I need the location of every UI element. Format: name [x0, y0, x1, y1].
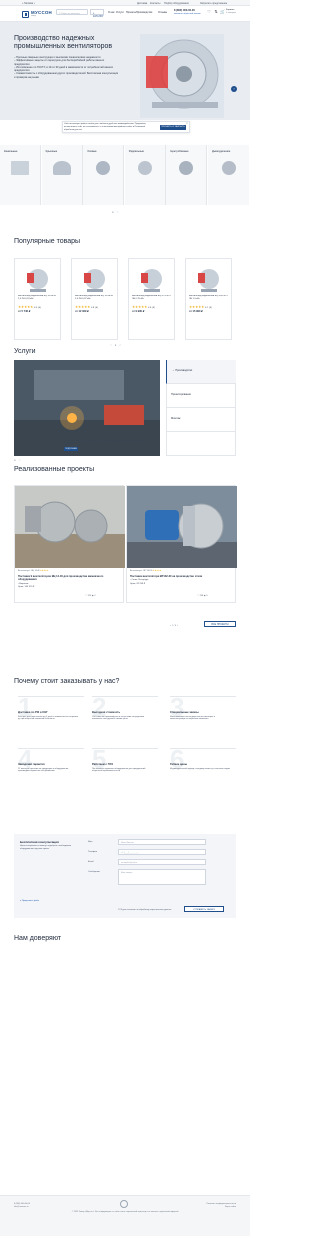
services-caption: Собственное производство, которое позвол…	[64, 440, 147, 445]
hero-next-arrow[interactable]: ›	[231, 86, 237, 92]
topbar-link-selection[interactable]: Подбор оборудования	[164, 2, 189, 5]
services-pager[interactable]: ● ○	[14, 458, 21, 462]
form-heading: Бесплатная консультация	[20, 840, 59, 844]
compare-icon[interactable]: ⇅	[213, 9, 219, 15]
nav-about[interactable]: О нас	[108, 11, 115, 14]
product-card[interactable]: Вентилятор радиальный ВЦ 4-75 № 4 ЛН 0,7…	[128, 258, 175, 340]
why-heading: Почему стоит заказывать у нас?	[14, 678, 120, 685]
project-image	[15, 486, 125, 568]
projects-pager[interactable]: ‹ 1 / 8 ›	[170, 623, 178, 627]
product-image	[23, 265, 53, 295]
header-phone[interactable]: 8 (800) 000-00-00	[174, 9, 195, 12]
nav-projects[interactable]: Проекты	[126, 11, 136, 14]
hero-bullets: – Прочные сварные конструкции с высокими…	[14, 56, 119, 79]
trust-heading: Нам доверяют	[14, 935, 62, 942]
service-item-install[interactable]: Монтаж	[166, 408, 236, 432]
name-field[interactable]: Иван Иванов	[118, 839, 206, 845]
service-item-production[interactable]: → Производство	[166, 360, 236, 384]
cookie-accept-button[interactable]: ПРИНЯТЬ И ЗАКРЫТЬ	[160, 124, 186, 130]
submit-button[interactable]: ОТПРАВИТЬ ЗАЯВКУ	[184, 906, 224, 912]
arrow-right-icon[interactable]: ›	[176, 623, 178, 627]
smoke-fan-icon	[221, 161, 236, 175]
attach-file-link[interactable]: ⌀ Прикрепить файл	[20, 900, 39, 903]
all-projects-button[interactable]: ВСЕ ПРОЕКТЫ	[204, 621, 236, 627]
product-card[interactable]: Вентилятор радиальный ВЦ 14-46 № 2,5 ЛН …	[14, 258, 61, 340]
project-image	[127, 486, 237, 568]
topbar-link-delivery[interactable]: Доставка	[137, 2, 147, 5]
categories-pager[interactable]: ● ○	[112, 210, 119, 214]
product-image	[137, 265, 167, 295]
rating-stars: ★★★★★	[39, 570, 49, 572]
category-card[interactable]: Осевые	[83, 145, 125, 205]
cookie-close-icon[interactable]: ×	[186, 121, 188, 125]
phone-field[interactable]: +7 (___) ___-__-__	[118, 849, 206, 855]
cart-summary[interactable]: Корзина 0 товаров	[226, 9, 236, 15]
advantage-item: 6 Гибкие цены Индивидуальный подход к ка…	[170, 746, 236, 796]
radial-fan-icon	[137, 161, 152, 175]
catalog-button[interactable]: ≡ КАТАЛОГ	[90, 9, 104, 18]
popular-heading: Популярные товары	[14, 238, 81, 245]
product-card[interactable]: Вентилятор радиальный ВЦ 14-46 № 2,5 ЛН …	[71, 258, 118, 340]
centrifugal-fan-icon	[179, 161, 194, 175]
city-selector[interactable]: ⌖ Москва ▾	[22, 2, 35, 5]
advantage-item: 3 Специальные заказы Изготавливаем неста…	[170, 694, 236, 744]
logo[interactable]: МУССОН завод	[22, 8, 54, 20]
category-card[interactable]: Канальные	[0, 145, 41, 205]
form-text: Наши специалисты помогут подобрать необх…	[20, 845, 72, 850]
message-field[interactable]: Ваш вопрос	[118, 869, 206, 885]
category-card[interactable]: Крышные	[41, 145, 83, 205]
product-card[interactable]: Вентилятор радиальный ВЦ 5-45 № 5 ЛН 1,5…	[185, 258, 232, 340]
advantage-item: 2 Выгодная стоимость Собственное произво…	[92, 694, 158, 744]
search-input[interactable]: ⚲ Поиск по каталогу	[56, 9, 88, 15]
nav-production[interactable]: Производство	[136, 11, 152, 14]
service-item-design[interactable]: Проектирование	[166, 384, 236, 408]
advantage-item: 4 Заводская гарантия 12 месяцев гарантии…	[18, 746, 84, 796]
roof-fan-icon	[52, 161, 71, 175]
duct-fan-icon	[11, 161, 29, 175]
cart-icon[interactable]: 🛒	[220, 9, 225, 15]
footer-links: Политика конфиденциальности Карта сайта	[206, 1203, 236, 1208]
services-heading: Услуги	[14, 348, 36, 355]
hero-title: Производство надежных промышленных венти…	[14, 35, 113, 50]
cookie-text: Сайт использует файлы cookie для наиболе…	[64, 123, 146, 131]
project-card[interactable]: Вентиляторы · ВР 132-30 ★★★★★ Поставка в…	[126, 485, 237, 603]
category-card[interactable]: Радиальные	[124, 145, 166, 205]
topbar-link-request[interactable]: Запросить предложение	[200, 2, 227, 5]
category-card[interactable]: Центробежные	[166, 145, 208, 205]
project-card[interactable]: Вентиляторы · ВЦ 14-46 ★★★★★ Поставка 9 …	[14, 485, 125, 603]
nav-reviews[interactable]: Отзывы	[158, 11, 167, 14]
rating-stars: ★★★★★	[152, 570, 162, 572]
footer-copyright: © 2023 Завод «Муссон». Вся информация на…	[71, 1211, 179, 1213]
services-more-button[interactable]: ПОДРОБНЕЕ	[64, 447, 78, 451]
advantage-item: 5 Работаем с ГОЗ Поставляем надежное обо…	[92, 746, 158, 796]
nav-services[interactable]: Услуги	[116, 11, 124, 14]
projects-heading: Реализованные проекты	[14, 466, 95, 473]
callback-link[interactable]: заказать обратный звонок	[174, 13, 201, 15]
topbar-link-contacts[interactable]: Контакты	[150, 2, 160, 5]
product-image	[80, 265, 110, 295]
category-card[interactable]: Дымоудаление	[208, 145, 249, 205]
email-field[interactable]: example@mail.ru	[118, 859, 206, 865]
axial-fan-icon	[96, 161, 111, 175]
footer-logo-icon	[120, 1200, 128, 1208]
advantage-item: 1 Доставка по РФ и СНГ Быстрая доставка …	[18, 694, 84, 744]
popular-pager[interactable]: ○ ● ○	[110, 343, 122, 347]
product-image	[194, 265, 224, 295]
consent-checkbox[interactable]: ☐ Я даю согласие на обработку персональн…	[118, 909, 178, 912]
hero-fan-image	[140, 34, 224, 118]
heart-icon[interactable]: ♡	[206, 9, 212, 15]
footer-contacts: 8 (800) 000-00-00 info@musson.ru	[14, 1203, 31, 1208]
logo-icon	[22, 10, 29, 18]
